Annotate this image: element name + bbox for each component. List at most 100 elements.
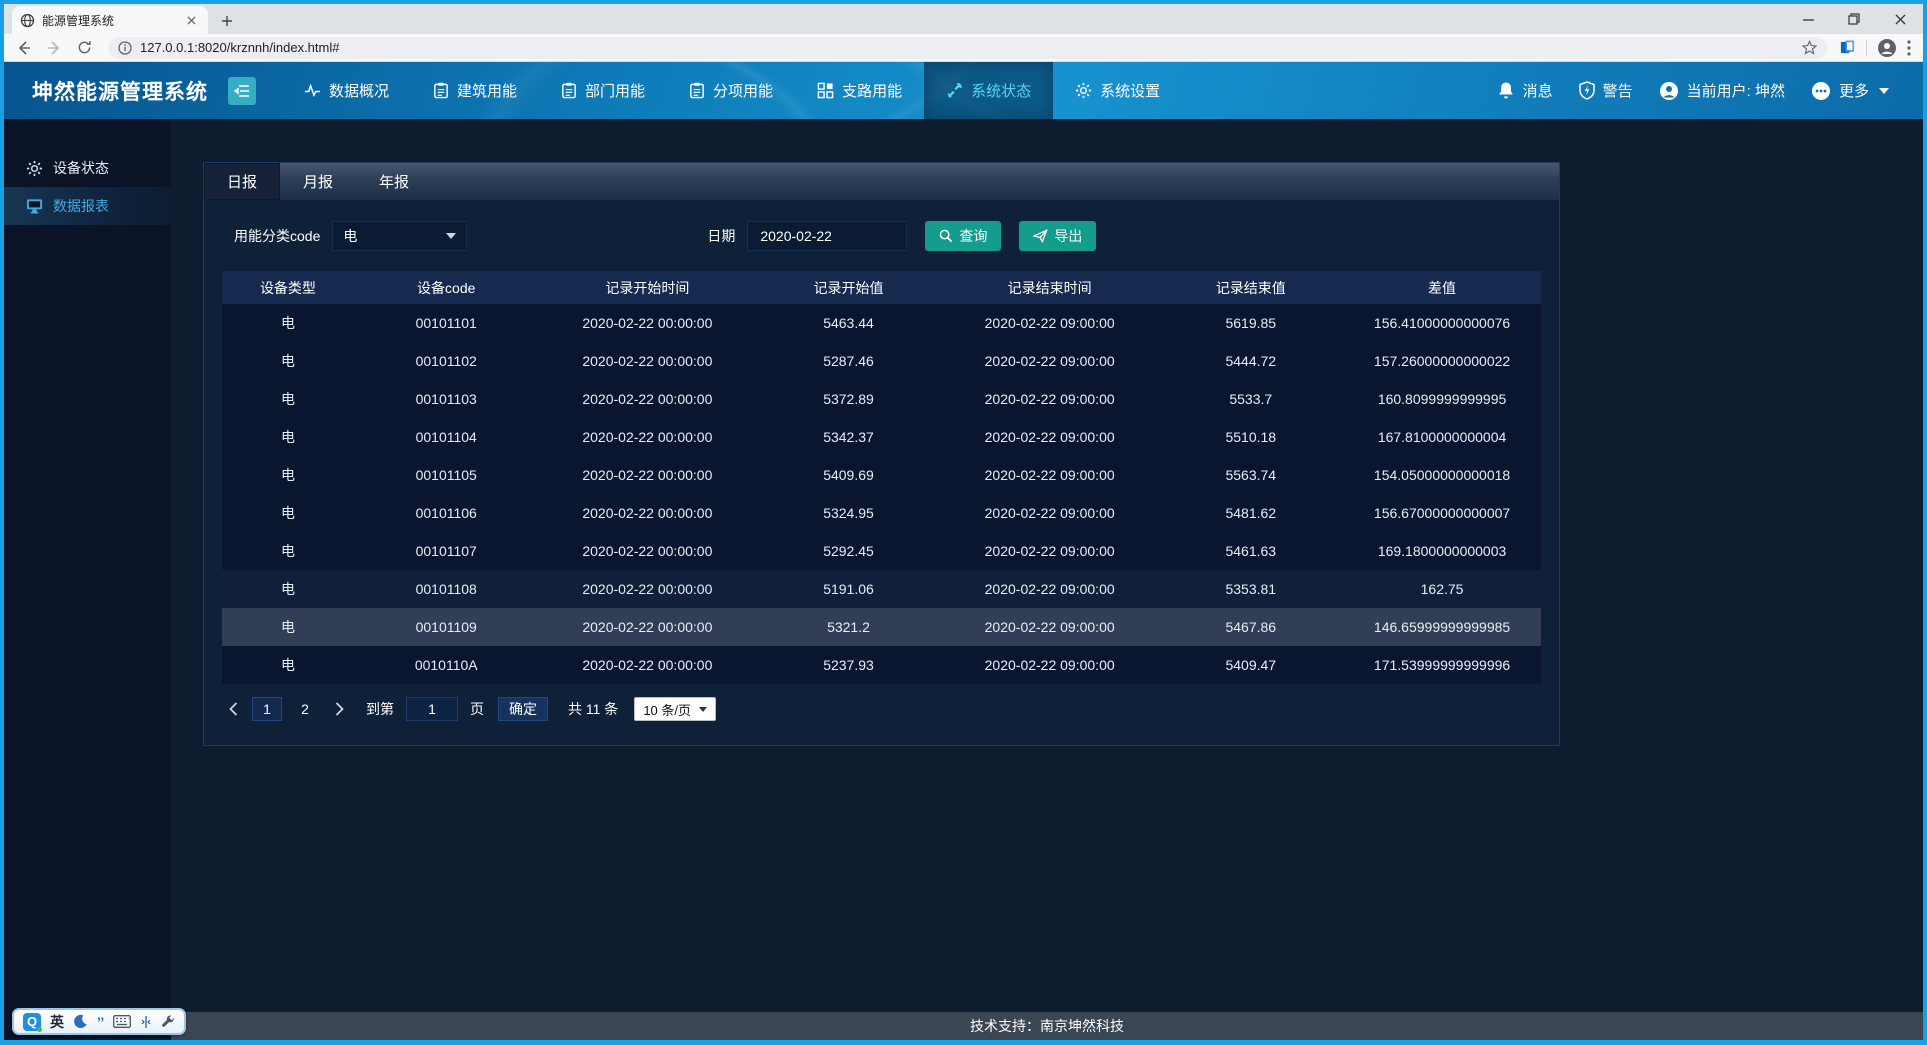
table-row[interactable]: 电001011062020-02-22 00:00:005324.952020-… (222, 494, 1541, 532)
profile-avatar-icon[interactable] (1877, 38, 1897, 58)
table-cell: 2020-02-22 09:00:00 (941, 532, 1159, 570)
table-cell: 00101102 (354, 342, 539, 380)
ime-logo-icon[interactable]: Q (23, 1013, 41, 1031)
alerts-button[interactable]: 警告 (1579, 80, 1633, 101)
table-cell: 5237.93 (756, 646, 941, 684)
url-text[interactable]: 127.0.0.1:8020/krznnh/index.html# (140, 40, 1794, 55)
current-user[interactable]: 当前用户: 坤然 (1659, 80, 1785, 101)
table-cell: 电 (222, 532, 354, 570)
sidebar-item-data-report[interactable]: 数据报表 (4, 187, 171, 225)
ime-language-toggle[interactable]: 英 (50, 1012, 64, 1032)
page-size-value: 10 条/页 (643, 700, 691, 719)
table-cell: 5563.74 (1158, 456, 1343, 494)
monitor-icon (26, 198, 43, 214)
bell-icon (1497, 81, 1515, 100)
page-number-1[interactable]: 1 (252, 697, 282, 721)
moon-icon[interactable] (73, 1014, 88, 1029)
table-cell: 5372.89 (756, 380, 941, 418)
site-info-icon[interactable] (118, 41, 132, 55)
table-cell: 2020-02-22 00:00:00 (539, 342, 757, 380)
nav-item-department-energy[interactable]: 部门用能 (539, 62, 667, 119)
bookmark-star-icon[interactable] (1802, 40, 1817, 55)
ime-punctuation-toggle[interactable]: ’’ (97, 1014, 104, 1030)
table-cell: 5292.45 (756, 532, 941, 570)
wrench-icon[interactable] (161, 1015, 175, 1029)
nav-item-building-energy[interactable]: 建筑用能 (411, 62, 539, 119)
page-size-select[interactable]: 10 条/页 (634, 697, 716, 721)
browser-menu-icon[interactable] (1907, 40, 1911, 56)
nav-item-subitem-energy[interactable]: 分项用能 (667, 62, 795, 119)
table-row[interactable]: 电0010110A2020-02-22 00:00:005237.932020-… (222, 646, 1541, 684)
page-number-2[interactable]: 2 (290, 697, 320, 721)
footer-text: 技术支持：南京坤然科技 (970, 1016, 1124, 1036)
reload-icon[interactable] (72, 36, 96, 60)
table-cell: 171.53999999999996 (1343, 646, 1541, 684)
footer: 技术支持：南京坤然科技 (171, 1012, 1923, 1040)
table-cell: 5467.86 (1158, 608, 1343, 646)
search-button[interactable]: 查询 (925, 221, 1001, 251)
keyboard-icon[interactable] (113, 1015, 131, 1028)
search-button-label: 查询 (959, 226, 987, 246)
goto-page-input[interactable] (406, 697, 458, 721)
table-cell: 160.8099999999995 (1343, 380, 1541, 418)
col-start-time: 记录开始时间 (539, 271, 757, 304)
table-cell: 电 (222, 380, 354, 418)
ime-split-icon[interactable] (140, 1015, 152, 1029)
nav-item-branch-energy[interactable]: 支路用能 (795, 62, 924, 119)
messages-button[interactable]: 消息 (1497, 80, 1553, 101)
tab-daily[interactable]: 日报 (204, 163, 280, 200)
tab-yearly[interactable]: 年报 (356, 163, 432, 200)
nav-item-system-status[interactable]: 系统状态 (924, 62, 1053, 119)
export-button[interactable]: 导出 (1019, 221, 1096, 251)
table-cell: 157.26000000000022 (1343, 342, 1541, 380)
table-cell: 169.1800000000003 (1343, 532, 1541, 570)
nav-item-label: 系统设置 (1100, 80, 1160, 101)
gear-icon (26, 160, 43, 177)
confirm-button[interactable]: 确定 (498, 697, 548, 721)
prev-page-icon[interactable] (222, 697, 244, 721)
table-cell: 00101101 (354, 304, 539, 342)
table-cell: 5533.7 (1158, 380, 1343, 418)
next-page-icon[interactable] (328, 697, 350, 721)
table-row[interactable]: 电001011092020-02-22 00:00:005321.22020-0… (222, 608, 1541, 646)
table-cell: 2020-02-22 09:00:00 (941, 380, 1159, 418)
table-row[interactable]: 电001011022020-02-22 00:00:005287.462020-… (222, 342, 1541, 380)
extension-icon[interactable] (1839, 39, 1856, 56)
export-button-label: 导出 (1054, 226, 1082, 246)
close-icon[interactable] (1877, 4, 1923, 34)
search-icon (939, 229, 953, 243)
date-input[interactable] (747, 221, 907, 251)
current-user-label: 当前用户: 坤然 (1687, 80, 1785, 101)
category-select[interactable]: 电 (332, 221, 467, 251)
new-tab-icon[interactable] (218, 12, 236, 30)
table-row[interactable]: 电001011072020-02-22 00:00:005292.452020-… (222, 532, 1541, 570)
browser-tab[interactable]: 能源管理系统 (12, 6, 208, 34)
pulse-icon (304, 82, 321, 99)
goto-label: 到第 (366, 699, 394, 719)
table-cell: 5409.69 (756, 456, 941, 494)
table-row[interactable]: 电001011052020-02-22 00:00:005409.692020-… (222, 456, 1541, 494)
table-row[interactable]: 电001011042020-02-22 00:00:005342.372020-… (222, 418, 1541, 456)
table-row[interactable]: 电001011082020-02-22 00:00:005191.062020-… (222, 570, 1541, 608)
more-menu[interactable]: 更多 (1811, 80, 1889, 101)
table-cell: 电 (222, 608, 354, 646)
browser-tabstrip: 能源管理系统 (4, 4, 1923, 34)
back-icon[interactable] (12, 36, 36, 60)
page-unit-label: 页 (470, 699, 484, 719)
sidebar-item-device-status[interactable]: 设备状态 (4, 149, 171, 187)
restore-icon[interactable] (1831, 4, 1877, 34)
report-panel: 日报 月报 年报 用能分类code 电 日期 (203, 162, 1560, 746)
tab-monthly[interactable]: 月报 (280, 163, 356, 200)
minimize-icon[interactable] (1785, 4, 1831, 34)
toolbar-right (1839, 38, 1915, 58)
table-row[interactable]: 电001011032020-02-22 00:00:005372.892020-… (222, 380, 1541, 418)
table-cell: 5321.2 (756, 608, 941, 646)
forward-icon[interactable] (42, 36, 66, 60)
table-cell: 电 (222, 456, 354, 494)
table-row[interactable]: 电001011012020-02-22 00:00:005463.442020-… (222, 304, 1541, 342)
nav-item-data-overview[interactable]: 数据概况 (282, 62, 411, 119)
menu-collapse-button[interactable] (228, 77, 256, 105)
url-bar[interactable]: 127.0.0.1:8020/krznnh/index.html# (108, 37, 1827, 59)
tab-close-icon[interactable] (182, 11, 200, 29)
nav-item-system-settings[interactable]: 系统设置 (1053, 62, 1182, 119)
